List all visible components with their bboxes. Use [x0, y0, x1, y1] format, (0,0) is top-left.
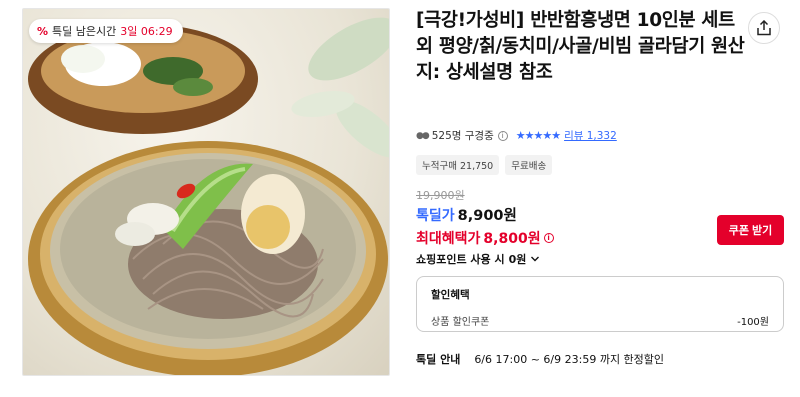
benefit-info-icon[interactable]: i: [543, 233, 554, 243]
star-rating: ★★★★★: [515, 129, 561, 142]
share-icon: [757, 20, 771, 36]
max-benefit-price: 8,800원: [483, 231, 541, 247]
get-coupon-button[interactable]: 쿠폰 받기: [717, 215, 784, 245]
max-benefit-row: 최대혜택가 8,800원 i: [416, 228, 554, 248]
timer-value: 3일 06:29: [120, 25, 173, 38]
percent-icon: %: [37, 24, 49, 38]
discount-benefits-box: 할인혜택 상품 할인쿠폰 -100원: [416, 276, 784, 332]
deal-info-text: 6/6 17:00 ~ 6/9 23:59 까지 한정할인: [474, 353, 665, 366]
deal-price-row: 톡딜가 8,900원: [416, 204, 517, 225]
deal-price-label: 톡딜가: [416, 208, 455, 224]
review-link[interactable]: 리뷰 1,332: [564, 128, 617, 143]
original-price: 19,900원: [416, 189, 465, 202]
discount-item-label: 상품 할인쿠폰: [431, 317, 490, 328]
points-value: 0원: [508, 253, 527, 266]
rating-row: ●● 525명 구경중 i ★★★★★ 리뷰 1,332: [416, 128, 617, 143]
discount-line-item: 상품 할인쿠폰 -100원: [431, 313, 769, 328]
deal-price: 8,900원: [457, 208, 517, 224]
product-info: [극강!가성비] 반반함흥냉면 10인분 세트 외 평양/칡/동치미/사골/비빔…: [416, 8, 786, 86]
eyes-icon: ●●: [416, 130, 430, 141]
viewer-count: 525명 구경중: [431, 130, 494, 142]
deal-timer-badge: % 특딜 남은시간 3일 06:29: [29, 19, 183, 43]
share-button[interactable]: [748, 12, 780, 44]
naengmyeon-illustration: [28, 17, 389, 375]
product-title: [극강!가성비] 반반함흥냉면 10인분 세트 외 평양/칡/동치미/사골/비빔…: [416, 10, 745, 83]
timer-label: 특딜 남은시간: [52, 25, 117, 38]
tag-cumulative-purchases: 누적구매 21,750: [416, 155, 500, 175]
product-tags: 누적구매 21,750 무료배송: [416, 155, 553, 175]
shopping-points-row[interactable]: 쇼핑포인트 사용 시 0원: [416, 251, 540, 267]
deal-info-label: 톡딜 안내: [416, 353, 461, 366]
info-icon[interactable]: i: [497, 130, 508, 141]
deal-info-row: 톡딜 안내 6/6 17:00 ~ 6/9 23:59 까지 한정할인: [416, 351, 664, 367]
discount-item-amount: -100원: [737, 317, 769, 328]
discount-title: 할인혜택: [431, 289, 470, 301]
max-benefit-label: 최대혜택가: [416, 231, 481, 247]
chevron-down-icon: [531, 256, 540, 262]
tag-free-shipping: 무료배송: [505, 155, 553, 175]
product-image[interactable]: % 특딜 남은시간 3일 06:29: [22, 8, 390, 376]
points-label: 쇼핑포인트 사용 시: [416, 253, 505, 266]
